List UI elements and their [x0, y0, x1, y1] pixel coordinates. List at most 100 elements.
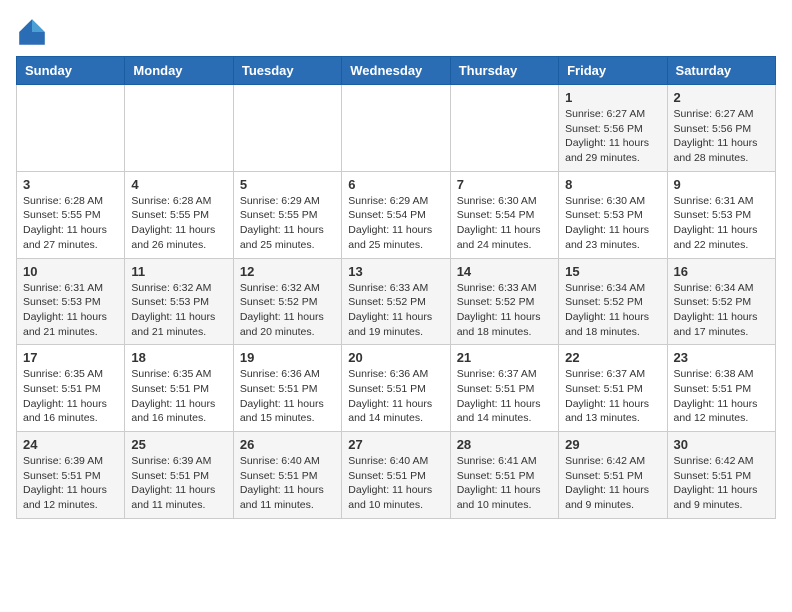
calendar-table: SundayMondayTuesdayWednesdayThursdayFrid… [16, 56, 776, 519]
calendar-week-row: 24 Sunrise: 6:39 AM Sunset: 5:51 PM Dayli… [17, 432, 776, 519]
day-number: 28 [457, 437, 552, 452]
day-number: 24 [23, 437, 118, 452]
weekday-header-saturday: Saturday [667, 57, 775, 85]
weekday-header-sunday: Sunday [17, 57, 125, 85]
calendar-week-row: 3 Sunrise: 6:28 AM Sunset: 5:55 PM Daylig… [17, 171, 776, 258]
day-info: Sunrise: 6:40 AM Sunset: 5:51 PM Dayligh… [348, 454, 443, 513]
day-number: 18 [131, 350, 226, 365]
day-info: Sunrise: 6:37 AM Sunset: 5:51 PM Dayligh… [457, 367, 552, 426]
day-info: Sunrise: 6:33 AM Sunset: 5:52 PM Dayligh… [457, 281, 552, 340]
day-number: 8 [565, 177, 660, 192]
day-info: Sunrise: 6:29 AM Sunset: 5:54 PM Dayligh… [348, 194, 443, 253]
day-info: Sunrise: 6:34 AM Sunset: 5:52 PM Dayligh… [674, 281, 769, 340]
day-number: 22 [565, 350, 660, 365]
day-number: 7 [457, 177, 552, 192]
day-number: 11 [131, 264, 226, 279]
page-header [16, 16, 776, 48]
day-info: Sunrise: 6:41 AM Sunset: 5:51 PM Dayligh… [457, 454, 552, 513]
day-info: Sunrise: 6:36 AM Sunset: 5:51 PM Dayligh… [240, 367, 335, 426]
calendar-cell [125, 85, 233, 172]
calendar-cell: 23 Sunrise: 6:38 AM Sunset: 5:51 PM Dayli… [667, 345, 775, 432]
day-info: Sunrise: 6:42 AM Sunset: 5:51 PM Dayligh… [674, 454, 769, 513]
calendar-cell: 10 Sunrise: 6:31 AM Sunset: 5:53 PM Dayli… [17, 258, 125, 345]
calendar-cell [342, 85, 450, 172]
calendar-cell: 2Sunrise: 6:27 AM Sunset: 5:56 PM Daylig… [667, 85, 775, 172]
calendar-cell: 12 Sunrise: 6:32 AM Sunset: 5:52 PM Dayli… [233, 258, 341, 345]
weekday-header-wednesday: Wednesday [342, 57, 450, 85]
day-number: 9 [674, 177, 769, 192]
day-number: 29 [565, 437, 660, 452]
day-number: 2 [674, 90, 769, 105]
day-info: Sunrise: 6:27 AM Sunset: 5:56 PM Dayligh… [565, 107, 660, 166]
day-info: Sunrise: 6:34 AM Sunset: 5:52 PM Dayligh… [565, 281, 660, 340]
day-number: 21 [457, 350, 552, 365]
calendar-cell: 16 Sunrise: 6:34 AM Sunset: 5:52 PM Dayli… [667, 258, 775, 345]
day-number: 15 [565, 264, 660, 279]
calendar-cell: 20Sunrise: 6:36 AM Sunset: 5:51 PM Dayli… [342, 345, 450, 432]
day-number: 17 [23, 350, 118, 365]
day-info: Sunrise: 6:38 AM Sunset: 5:51 PM Dayligh… [674, 367, 769, 426]
day-info: Sunrise: 6:39 AM Sunset: 5:51 PM Dayligh… [131, 454, 226, 513]
day-number: 12 [240, 264, 335, 279]
calendar-week-row: 1 Sunrise: 6:27 AM Sunset: 5:56 PM Daylig… [17, 85, 776, 172]
day-number: 19 [240, 350, 335, 365]
weekday-header-monday: Monday [125, 57, 233, 85]
logo-icon [16, 16, 48, 48]
day-number: 27 [348, 437, 443, 452]
calendar-cell: 21 Sunrise: 6:37 AM Sunset: 5:51 PM Dayli… [450, 345, 558, 432]
calendar-cell [450, 85, 558, 172]
day-info: Sunrise: 6:40 AM Sunset: 5:51 PM Dayligh… [240, 454, 335, 513]
logo [16, 16, 52, 48]
day-info: Sunrise: 6:33 AM Sunset: 5:52 PM Dayligh… [348, 281, 443, 340]
day-info: Sunrise: 6:36 AM Sunset: 5:51 PM Dayligh… [348, 367, 443, 426]
day-info: Sunrise: 6:42 AM Sunset: 5:51 PM Dayligh… [565, 454, 660, 513]
day-info: Sunrise: 6:37 AM Sunset: 5:51 PM Dayligh… [565, 367, 660, 426]
day-info: Sunrise: 6:29 AM Sunset: 5:55 PM Dayligh… [240, 194, 335, 253]
day-info: Sunrise: 6:35 AM Sunset: 5:51 PM Dayligh… [131, 367, 226, 426]
calendar-body: 1 Sunrise: 6:27 AM Sunset: 5:56 PM Daylig… [17, 85, 776, 519]
calendar-cell: 15 Sunrise: 6:34 AM Sunset: 5:52 PM Dayli… [559, 258, 667, 345]
calendar-header: SundayMondayTuesdayWednesdayThursdayFrid… [17, 57, 776, 85]
calendar-cell: 28 Sunrise: 6:41 AM Sunset: 5:51 PM Dayli… [450, 432, 558, 519]
calendar-week-row: 10 Sunrise: 6:31 AM Sunset: 5:53 PM Dayli… [17, 258, 776, 345]
calendar-cell: 8 Sunrise: 6:30 AM Sunset: 5:53 PM Daylig… [559, 171, 667, 258]
day-number: 10 [23, 264, 118, 279]
calendar-cell: 19 Sunrise: 6:36 AM Sunset: 5:51 PM Dayli… [233, 345, 341, 432]
calendar-cell: 27 Sunrise: 6:40 AM Sunset: 5:51 PM Dayli… [342, 432, 450, 519]
day-info: Sunrise: 6:28 AM Sunset: 5:55 PM Dayligh… [23, 194, 118, 253]
calendar-cell: 22 Sunrise: 6:37 AM Sunset: 5:51 PM Dayli… [559, 345, 667, 432]
day-number: 14 [457, 264, 552, 279]
calendar-week-row: 17 Sunrise: 6:35 AM Sunset: 5:51 PM Dayli… [17, 345, 776, 432]
weekday-header-tuesday: Tuesday [233, 57, 341, 85]
day-number: 3 [23, 177, 118, 192]
day-info: Sunrise: 6:32 AM Sunset: 5:52 PM Dayligh… [240, 281, 335, 340]
day-info: Sunrise: 6:31 AM Sunset: 5:53 PM Dayligh… [23, 281, 118, 340]
day-number: 13 [348, 264, 443, 279]
day-number: 23 [674, 350, 769, 365]
calendar-cell: 6 Sunrise: 6:29 AM Sunset: 5:54 PM Daylig… [342, 171, 450, 258]
weekday-header-thursday: Thursday [450, 57, 558, 85]
day-info: Sunrise: 6:39 AM Sunset: 5:51 PM Dayligh… [23, 454, 118, 513]
day-number: 6 [348, 177, 443, 192]
day-info: Sunrise: 6:30 AM Sunset: 5:53 PM Dayligh… [565, 194, 660, 253]
calendar-cell: 30Sunrise: 6:42 AM Sunset: 5:51 PM Dayli… [667, 432, 775, 519]
calendar-cell: 14 Sunrise: 6:33 AM Sunset: 5:52 PM Dayli… [450, 258, 558, 345]
calendar-cell: 24 Sunrise: 6:39 AM Sunset: 5:51 PM Dayli… [17, 432, 125, 519]
day-number: 4 [131, 177, 226, 192]
day-number: 1 [565, 90, 660, 105]
day-info: Sunrise: 6:30 AM Sunset: 5:54 PM Dayligh… [457, 194, 552, 253]
day-number: 16 [674, 264, 769, 279]
calendar-cell: 9Sunrise: 6:31 AM Sunset: 5:53 PM Daylig… [667, 171, 775, 258]
calendar-cell: 1 Sunrise: 6:27 AM Sunset: 5:56 PM Daylig… [559, 85, 667, 172]
calendar-cell: 29 Sunrise: 6:42 AM Sunset: 5:51 PM Dayli… [559, 432, 667, 519]
day-info: Sunrise: 6:35 AM Sunset: 5:51 PM Dayligh… [23, 367, 118, 426]
calendar-cell: 25 Sunrise: 6:39 AM Sunset: 5:51 PM Dayli… [125, 432, 233, 519]
weekday-header-friday: Friday [559, 57, 667, 85]
day-number: 25 [131, 437, 226, 452]
calendar-cell: 13 Sunrise: 6:33 AM Sunset: 5:52 PM Dayli… [342, 258, 450, 345]
calendar-cell: 18 Sunrise: 6:35 AM Sunset: 5:51 PM Dayli… [125, 345, 233, 432]
weekday-header-row: SundayMondayTuesdayWednesdayThursdayFrid… [17, 57, 776, 85]
day-number: 26 [240, 437, 335, 452]
day-number: 5 [240, 177, 335, 192]
day-info: Sunrise: 6:32 AM Sunset: 5:53 PM Dayligh… [131, 281, 226, 340]
